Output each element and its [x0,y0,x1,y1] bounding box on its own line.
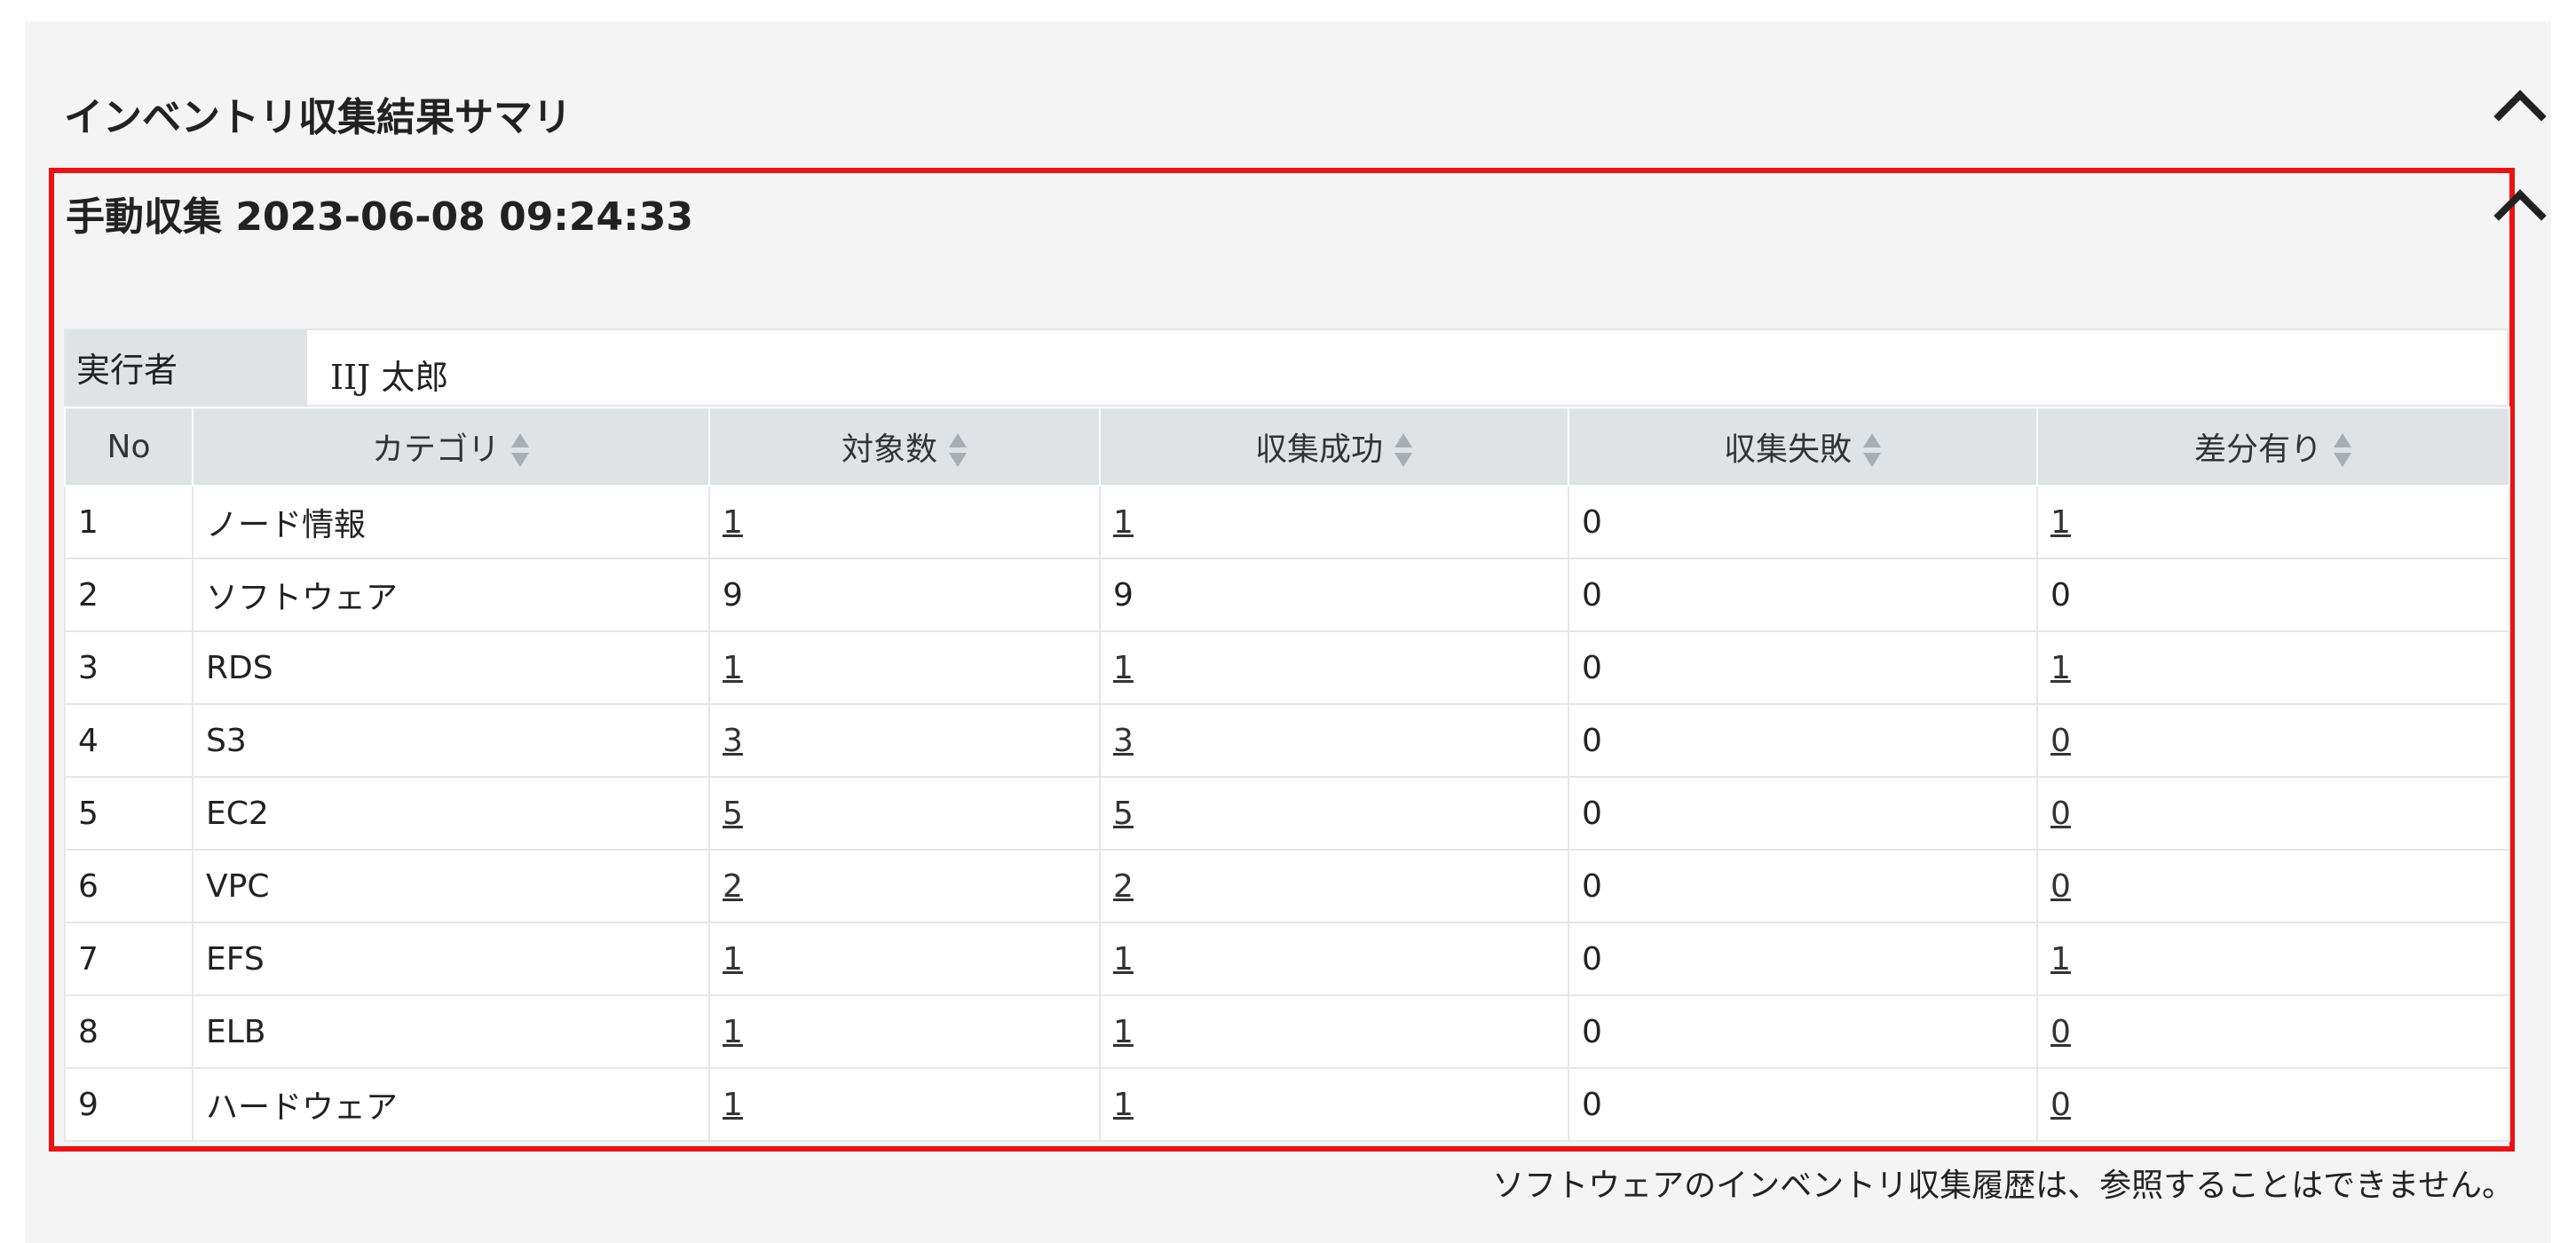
cell-target[interactable]: 1 [708,994,1101,1069]
table-row: 4 S3 3 3 0 0 [64,703,2510,778]
cell-failure: 0 [1568,703,2038,778]
cell-failure: 0 [1568,994,2038,1069]
cell-failure: 0 [1568,485,2038,559]
cell-target[interactable]: 1 [708,485,1101,559]
cell-target[interactable]: 1 [708,630,1101,705]
collection-title: 手動収集 2023-06-08 09:24:33 [66,194,693,240]
footnote: ソフトウェアのインベントリ収集履歴は、参照することはできません。 [1492,1168,2514,1204]
column-header-target[interactable]: 対象数 [708,407,1101,487]
cell-diff[interactable]: 1 [2036,485,2510,559]
cell-success[interactable]: 1 [1099,1067,1569,1142]
cell-no: 7 [64,922,194,996]
cell-diff: 0 [2036,558,2510,632]
cell-failure: 0 [1568,849,2038,923]
cell-target[interactable]: 1 [708,922,1101,996]
cell-no: 3 [64,630,194,705]
cell-diff[interactable]: 0 [2036,849,2510,923]
cell-target[interactable]: 5 [708,776,1101,851]
cell-no: 6 [64,849,194,923]
cell-category: RDS [192,630,710,705]
cell-success[interactable]: 1 [1099,485,1569,559]
cell-no: 9 [64,1067,194,1142]
cell-category: ソフトウェア [192,558,710,632]
results-table: No カテゴリ 対象数 収集成功 収集失敗 差分有り 1 ノード情報 1 1 0 1 2 ソフ… [64,407,2510,1142]
cell-success[interactable]: 1 [1099,922,1569,996]
cell-diff[interactable]: 0 [2036,776,2510,851]
cell-no: 8 [64,994,194,1069]
table-row: 6 VPC 2 2 0 0 [64,849,2510,923]
table-row: 9 ハードウェア 1 1 0 0 [64,1067,2510,1142]
cell-diff[interactable]: 0 [2036,703,2510,778]
cell-category: S3 [192,703,710,778]
column-header-diff[interactable]: 差分有り [2036,407,2510,487]
cell-category: ハードウェア [192,1067,710,1142]
table-row: 8 ELB 1 1 0 0 [64,994,2510,1069]
cell-success[interactable]: 3 [1099,703,1569,778]
cell-failure: 0 [1568,776,2038,851]
table-row: 7 EFS 1 1 0 1 [64,922,2510,996]
sort-arrows-icon[interactable] [510,431,530,471]
cell-no: 5 [64,776,194,851]
cell-target[interactable]: 2 [708,849,1101,923]
cell-category: EC2 [192,776,710,851]
executor-row: 実行者 IIJ 太郎 [64,329,2509,407]
cell-diff[interactable]: 0 [2036,994,2510,1069]
cell-target: 9 [708,558,1101,632]
sort-arrows-icon[interactable] [948,431,968,471]
cell-failure: 0 [1568,630,2038,705]
cell-category: ELB [192,994,710,1069]
cell-diff[interactable]: 0 [2036,1067,2510,1142]
cell-diff[interactable]: 1 [2036,922,2510,996]
cell-category: EFS [192,922,710,996]
cell-success[interactable]: 5 [1099,776,1569,851]
cell-success[interactable]: 1 [1099,630,1569,705]
sort-arrows-icon[interactable] [1862,431,1882,471]
executor-label: 実行者 [66,330,307,405]
table-row: 1 ノード情報 1 1 0 1 [64,485,2510,559]
cell-failure: 0 [1568,558,2038,632]
cell-category: ノード情報 [192,485,710,559]
cell-category: VPC [192,849,710,923]
sort-arrows-icon[interactable] [1394,431,1413,471]
column-header-failure[interactable]: 収集失敗 [1568,407,2038,487]
table-row: 5 EC2 5 5 0 0 [64,776,2510,851]
table-row: 3 RDS 1 1 0 1 [64,630,2510,705]
cell-no: 1 [64,485,194,559]
table-row: 2 ソフトウェア 9 9 0 0 [64,558,2510,632]
cell-diff[interactable]: 1 [2036,630,2510,705]
cell-no: 4 [64,703,194,778]
cell-success: 9 [1099,558,1569,632]
cell-success[interactable]: 1 [1099,994,1569,1069]
column-header-category[interactable]: カテゴリ [192,407,710,487]
cell-failure: 0 [1568,1067,2038,1142]
executor-value: IIJ 太郎 [330,358,449,397]
cell-no: 2 [64,558,194,632]
column-header-success[interactable]: 収集成功 [1099,407,1569,487]
cell-target[interactable]: 1 [708,1067,1101,1142]
cell-success[interactable]: 2 [1099,849,1569,923]
panel-title: インベントリ収集結果サマリ [64,95,572,140]
cell-target[interactable]: 3 [708,703,1101,778]
column-header-no: No [64,407,194,487]
table-header-row: No カテゴリ 対象数 収集成功 収集失敗 差分有り [64,407,2510,487]
sort-arrows-icon[interactable] [2333,431,2352,471]
cell-failure: 0 [1568,922,2038,996]
